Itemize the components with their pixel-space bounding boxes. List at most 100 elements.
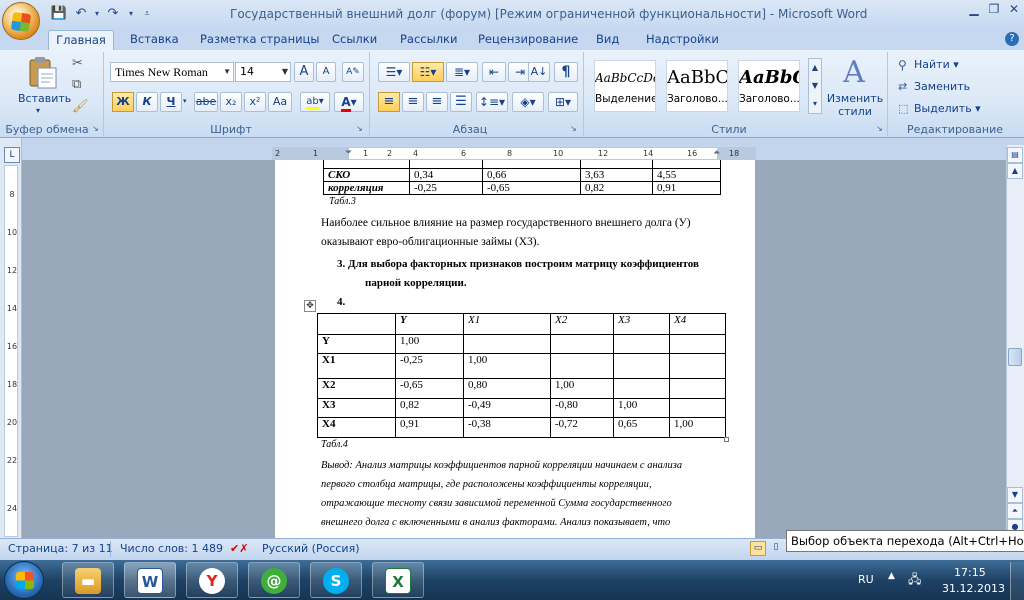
language-indicator[interactable]: Русский (Россия)	[262, 542, 360, 555]
clock-time[interactable]: 17:15	[954, 566, 986, 579]
paste-icon[interactable]	[24, 56, 60, 90]
chevron-down-icon[interactable]: ▼	[809, 77, 821, 95]
input-language[interactable]: RU	[858, 573, 874, 586]
print-layout-view-icon[interactable]: ▭	[750, 541, 766, 556]
reading-view-icon[interactable]: ▯	[768, 541, 784, 556]
show-desktop-button[interactable]	[1010, 562, 1024, 600]
superscript-button[interactable]: x²	[244, 92, 266, 112]
table-3[interactable]: СКО 0,34 0,66 3,63 4,55 корреляция -0,25…	[323, 160, 721, 195]
subscript-button[interactable]: x₂	[220, 92, 242, 112]
tab-view[interactable]: Вид	[590, 30, 625, 50]
vertical-scrollbar[interactable]	[1006, 145, 1024, 538]
show-hidden-icons-icon[interactable]: ▲	[888, 571, 895, 581]
tab-review[interactable]: Рецензирование	[472, 30, 584, 50]
office-button[interactable]	[2, 2, 40, 40]
show-marks-icon[interactable]: ¶	[554, 62, 578, 82]
page-indicator[interactable]: Страница: 7 из 11	[8, 542, 113, 555]
highlight-icon[interactable]: ab▾	[300, 92, 330, 112]
taskbar-explorer[interactable]: ▬	[62, 562, 114, 598]
align-center-icon[interactable]: ≡	[402, 92, 424, 112]
format-painter-icon[interactable]: 🖌	[72, 99, 89, 114]
redo-icon[interactable]: ↷	[104, 5, 122, 23]
tab-mailings[interactable]: Рассылки	[394, 30, 463, 50]
chevron-down-icon[interactable]: ▼	[223, 63, 231, 81]
line-spacing-icon[interactable]: ↕≡▾	[476, 92, 508, 112]
start-button[interactable]	[4, 561, 44, 599]
right-indent-marker-icon[interactable]: ⏶	[713, 148, 720, 158]
align-right-icon[interactable]: ≡	[426, 92, 448, 112]
chevron-down-icon[interactable]: ▼	[282, 63, 288, 81]
style-card-heading2[interactable]: AaBbC Заголово...	[738, 60, 800, 112]
help-icon[interactable]: ?	[1005, 32, 1019, 46]
chevron-down-icon[interactable]: ▾	[183, 97, 187, 105]
decrease-indent-icon[interactable]: ⇤	[482, 62, 506, 82]
multilevel-list-icon[interactable]: ≣▾	[446, 62, 478, 82]
bullets-icon[interactable]: ☰▾	[378, 62, 410, 82]
change-styles-icon[interactable]: A	[836, 56, 872, 90]
taskbar-word[interactable]: W	[124, 562, 176, 598]
change-case-button[interactable]: Аа	[268, 92, 292, 112]
style-card-heading1[interactable]: AaBbC Заголово...	[666, 60, 728, 112]
align-left-icon[interactable]: ≡	[378, 92, 400, 112]
binoculars-icon: ⚲	[898, 58, 907, 72]
spelling-check-icon[interactable]: ✔✗	[230, 542, 248, 555]
select-button[interactable]: Выделить ▾	[914, 102, 981, 115]
styles-scroll[interactable]: ▲ ▼ ▾	[808, 58, 822, 114]
replace-button[interactable]: Заменить	[914, 80, 970, 93]
find-button[interactable]: Найти ▾	[914, 58, 959, 71]
italic-button[interactable]: К	[136, 92, 158, 112]
tab-selector-button[interactable]: L	[4, 147, 20, 163]
style-card-emphasis[interactable]: AaBbCcDc Выделение	[594, 60, 656, 112]
more-styles-icon[interactable]: ▾	[809, 95, 821, 113]
clear-formatting-icon[interactable]: A✎	[342, 62, 364, 82]
tab-home[interactable]: Главная	[48, 30, 114, 50]
grow-font-button[interactable]: A	[294, 62, 314, 82]
tab-insert[interactable]: Вставка	[124, 30, 185, 50]
close-icon[interactable]: ✕	[1000, 0, 1024, 20]
table-4[interactable]: Y X1 X2 X3 X4 Y 1,00 X1 -0,25 1,00 X2 -0…	[317, 313, 726, 438]
tab-page-layout[interactable]: Разметка страницы	[194, 30, 325, 50]
font-name-combo[interactable]: Times New Roman ▼	[110, 62, 234, 82]
scroll-down-icon[interactable]: ▼	[1007, 487, 1023, 503]
taskbar-skype[interactable]: S	[310, 562, 362, 598]
scroll-thumb[interactable]	[1008, 348, 1022, 366]
taskbar-excel[interactable]: X	[372, 562, 424, 598]
copy-icon[interactable]: ⧉	[72, 77, 81, 92]
bold-button[interactable]: Ж	[112, 92, 134, 112]
justify-icon[interactable]: ☰	[450, 92, 472, 112]
scroll-up-icon[interactable]: ▲	[1007, 163, 1023, 179]
previous-page-icon[interactable]: ⏶	[1007, 503, 1023, 519]
cut-icon[interactable]: ✂	[72, 56, 83, 71]
font-launcher-icon[interactable]: ↘	[356, 124, 363, 133]
paste-button[interactable]: Вставить	[18, 92, 71, 105]
font-size-combo[interactable]: 14 ▼	[235, 62, 291, 82]
network-icon[interactable]: 🖧	[908, 570, 921, 591]
paste-dropdown-icon[interactable]: ▾	[36, 106, 40, 115]
clock-date[interactable]: 31.12.2013	[942, 582, 1005, 595]
font-color-icon[interactable]: A▾	[334, 92, 364, 112]
clipboard-launcher-icon[interactable]: ↘	[92, 124, 99, 133]
document-page[interactable]: СКО 0,34 0,66 3,63 4,55 корреляция -0,25…	[275, 160, 755, 538]
underline-button[interactable]: Ч	[160, 92, 182, 112]
shrink-font-button[interactable]: A	[316, 62, 336, 82]
first-line-indent-marker-icon[interactable]: ⏷	[345, 148, 352, 158]
borders-icon[interactable]: ⊞▾	[548, 92, 578, 112]
shading-icon[interactable]: ◈▾	[512, 92, 544, 112]
styles-launcher-icon[interactable]: ↘	[876, 124, 883, 133]
change-styles-button[interactable]: Изменить стили	[826, 92, 884, 118]
view-ruler-icon[interactable]: ▤	[1007, 147, 1023, 163]
taskbar-agent[interactable]: @	[248, 562, 300, 598]
customize-qat-icon[interactable]: ⩡	[138, 5, 156, 23]
table-move-handle-icon[interactable]: ✥	[304, 300, 316, 312]
numbering-icon[interactable]: ☷▾	[412, 62, 444, 82]
tab-addins[interactable]: Надстройки	[640, 30, 725, 50]
taskbar-yandex-browser[interactable]: Y	[186, 562, 238, 598]
word-count[interactable]: Число слов: 1 489	[120, 542, 223, 555]
paragraph-launcher-icon[interactable]: ↘	[570, 124, 577, 133]
chevron-up-icon[interactable]: ▲	[809, 59, 821, 77]
sort-icon[interactable]: A↓	[528, 62, 550, 82]
save-icon[interactable]: 💾	[50, 5, 68, 23]
tab-references[interactable]: Ссылки	[326, 30, 383, 50]
table-resize-handle-icon[interactable]	[724, 437, 729, 442]
strikethrough-button[interactable]: abe	[194, 92, 218, 112]
